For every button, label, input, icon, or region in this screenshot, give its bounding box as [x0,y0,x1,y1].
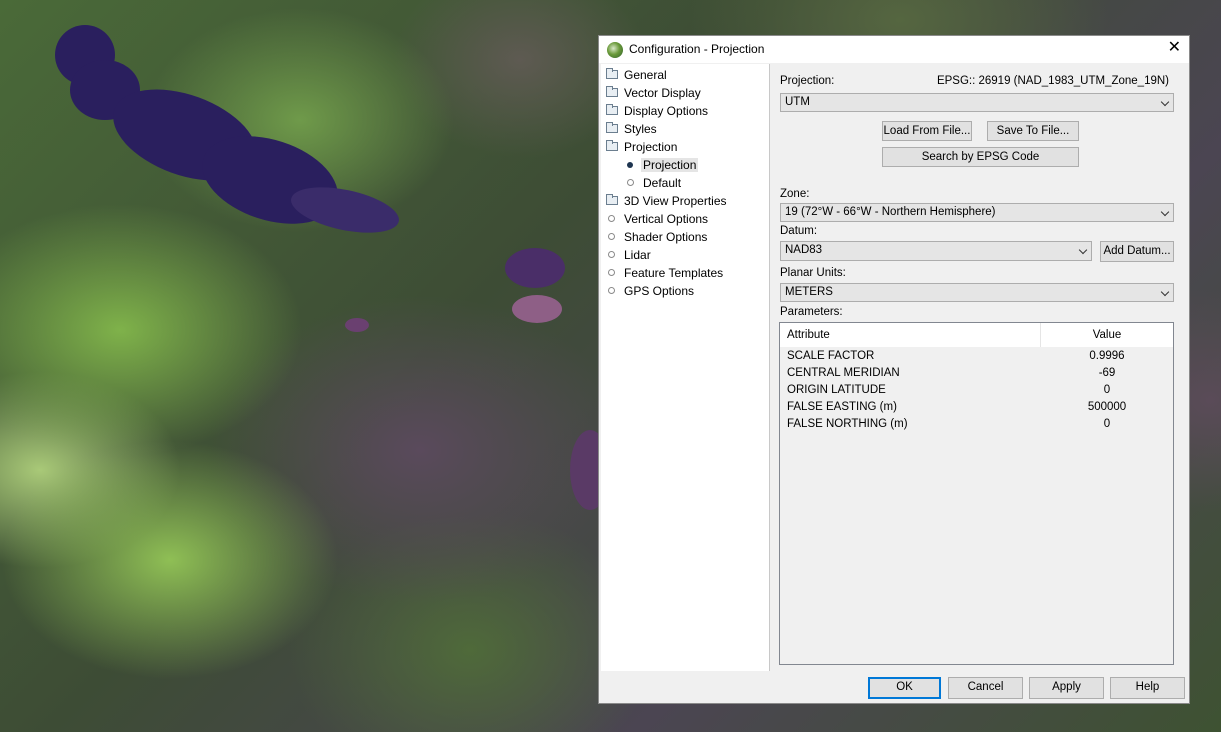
load-from-file-button[interactable]: Load From File... [882,121,972,141]
table-row[interactable]: SCALE FACTOR 0.9996 [780,349,1173,366]
tree-item-styles[interactable]: Styles [606,120,657,138]
tree-item-label: Projection [641,158,699,172]
tree-item-gps-options[interactable]: GPS Options [608,282,695,300]
tree-item-label: GPS Options [624,284,695,298]
column-header-attribute[interactable]: Attribute [787,329,830,341]
circle-icon [608,287,615,294]
tree-item-projection-group[interactable]: Projection [606,138,678,156]
chevron-down-icon [1160,97,1170,107]
bullet-icon [627,162,633,168]
planar-units-label: Planar Units: [780,267,846,279]
table-row[interactable]: ORIGIN LATITUDE 0 [780,383,1173,400]
tree-item-label: Shader Options [624,230,708,244]
tree-item-label: General [624,68,667,82]
tree-item-label: Vector Display [624,86,701,100]
tree-item-feature-templates[interactable]: Feature Templates [608,264,724,282]
folder-icon [606,104,618,115]
configuration-dialog: Configuration - Projection ✕ General Vec… [598,35,1190,704]
datum-select-value: NAD83 [785,244,823,256]
lake-water [287,179,403,241]
folder-open-icon [606,140,618,151]
tree-item-default[interactable]: Default [627,174,682,192]
attribute-cell: ORIGIN LATITUDE [787,384,886,396]
lake-water [505,248,565,288]
lake-water [512,295,562,323]
zone-select[interactable]: 19 (72°W - 66°W - Northern Hemisphere) [780,203,1174,222]
folder-icon [606,86,618,97]
value-cell: 500000 [1087,401,1127,413]
attribute-cell: CENTRAL MERIDIAN [787,367,900,379]
circle-icon [608,251,615,258]
circle-icon [608,269,615,276]
value-cell: 0.9996 [1089,350,1125,362]
epsg-code-text: EPSG:: 26919 (NAD_1983_UTM_Zone_19N) [936,75,1169,87]
dialog-footer: OK Cancel Apply Help [599,672,1189,703]
parameters-label: Parameters: [780,306,843,318]
app-globe-icon [607,42,623,58]
table-row[interactable]: FALSE NORTHING (m) 0 [780,417,1173,434]
close-icon[interactable]: ✕ [1168,38,1181,58]
tree-item-shader-options[interactable]: Shader Options [608,228,708,246]
cancel-button[interactable]: Cancel [948,677,1023,699]
options-tree: General Vector Display Display Options S… [601,64,770,671]
planar-units-select-value: METERS [785,286,833,298]
tree-item-label: Feature Templates [624,266,724,280]
ok-button[interactable]: OK [868,677,941,699]
add-datum-button[interactable]: Add Datum... [1100,241,1174,262]
value-cell: 0 [1103,384,1111,396]
chevron-down-icon [1078,245,1088,255]
tree-item-lidar[interactable]: Lidar [608,246,651,264]
tree-item-3d-view-properties[interactable]: 3D View Properties [606,192,727,210]
parameters-grid[interactable]: Attribute Value SCALE FACTOR 0.9996 CENT… [779,322,1174,665]
datum-label: Datum: [780,225,818,237]
zone-label: Zone: [780,188,810,200]
folder-icon [606,194,618,205]
planar-units-select[interactable]: METERS [780,283,1174,302]
chevron-down-icon [1160,207,1170,217]
projection-select[interactable]: UTM [780,93,1174,112]
tree-item-label: 3D View Properties [624,194,727,208]
tree-item-label: Lidar [624,248,651,262]
folder-icon [606,68,618,79]
tree-item-label: Default [643,176,682,190]
tree-item-label: Vertical Options [624,212,709,226]
tree-item-vector-display[interactable]: Vector Display [606,84,701,102]
tree-item-label: Styles [624,122,657,136]
attribute-cell: FALSE NORTHING (m) [787,418,908,430]
attribute-cell: FALSE EASTING (m) [787,401,897,413]
projection-select-value: UTM [785,96,810,108]
column-header-value[interactable]: Value [1041,329,1173,341]
help-button[interactable]: Help [1110,677,1185,699]
tree-item-vertical-options[interactable]: Vertical Options [608,210,709,228]
apply-button[interactable]: Apply [1029,677,1104,699]
circle-icon [608,233,615,240]
tree-item-label: Display Options [624,104,709,118]
search-by-epsg-button[interactable]: Search by EPSG Code [882,147,1079,167]
tree-item-label: Projection [624,140,678,154]
tree-item-display-options[interactable]: Display Options [606,102,709,120]
save-to-file-button[interactable]: Save To File... [987,121,1079,141]
dialog-title: Configuration - Projection [629,42,765,56]
title-bar: Configuration - Projection ✕ [599,36,1189,63]
datum-select[interactable]: NAD83 [780,241,1092,261]
circle-icon [627,179,634,186]
table-row[interactable]: CENTRAL MERIDIAN -69 [780,366,1173,383]
zone-select-value: 19 (72°W - 66°W - Northern Hemisphere) [785,206,996,218]
value-cell: 0 [1103,418,1111,430]
projection-panel: Projection: EPSG:: 26919 (NAD_1983_UTM_Z… [775,64,1187,672]
grid-header: Attribute Value [780,323,1173,347]
folder-icon [606,122,618,133]
tree-item-projection[interactable]: Projection [627,156,699,174]
tree-item-general[interactable]: General [606,66,667,84]
lake-water [345,318,369,332]
circle-icon [608,215,615,222]
chevron-down-icon [1160,287,1170,297]
value-cell: -69 [1098,367,1116,379]
projection-label: Projection: [780,75,835,87]
table-row[interactable]: FALSE EASTING (m) 500000 [780,400,1173,417]
attribute-cell: SCALE FACTOR [787,350,875,362]
